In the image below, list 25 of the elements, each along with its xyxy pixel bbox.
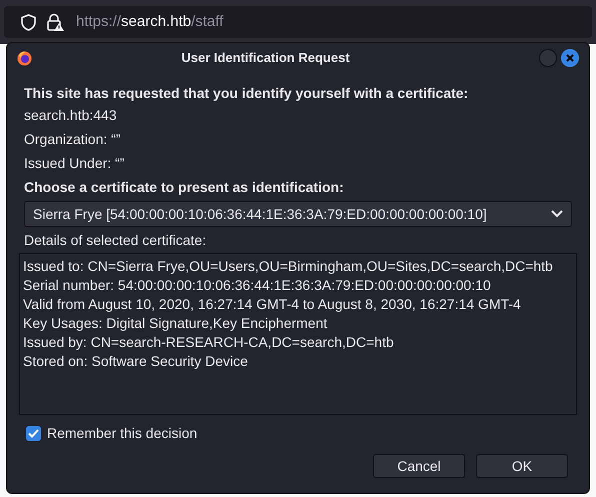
remember-label[interactable]: Remember this decision <box>47 423 198 444</box>
request-heading: This site has requested that you identify yourself with a certificate: <box>24 84 470 103</box>
close-icon[interactable] <box>561 49 579 67</box>
address-bar[interactable]: https://search.htb/staff <box>4 6 592 38</box>
info-text: Issued Under: “” <box>24 154 126 173</box>
choose-label: Choose a certificate to present as identification: <box>24 178 345 197</box>
detail-line: Valid from August 10, 2020, 16:27:14 GMT-4 to August 8, 2030, 16:27:14 GMT-4 <box>23 295 522 314</box>
cancel-button[interactable]: Cancel <box>373 454 465 478</box>
info-text: search.htb:443 <box>24 106 118 125</box>
detail-line: Serial number: 54:00:00:00:10:06:36:44:1E:36:3A:79:ED:00:00:00:00:00:10 <box>23 276 492 295</box>
window-title: User Identification Request <box>180 49 351 68</box>
lock-warning-icon[interactable] <box>46 13 64 31</box>
browser-logo-icon <box>17 50 32 66</box>
shield-icon[interactable] <box>21 14 36 30</box>
detail-line: Issued to: CN=Sierra Frye,OU=Users,OU=Birmingham,OU=Sites,DC=search,DC=htb <box>23 257 554 276</box>
details-label: Details of selected certificate: <box>24 231 208 250</box>
chevron-down-icon <box>551 210 563 218</box>
detail-line: Stored on: Software Security Device <box>23 352 249 371</box>
info-text: Organization: “” <box>24 130 122 149</box>
remember-checkbox[interactable] <box>26 426 41 441</box>
certificate-select[interactable]: Sierra Frye [54:00:00:00:10:06:36:44:1E:36:3A:79:ED:00:00:00:00:00:10] <box>24 201 572 227</box>
ok-button[interactable]: OK <box>476 454 568 478</box>
detail-line: Issued by: CN=search-RESEARCH-CA,DC=search,DC=htb <box>23 333 395 352</box>
detail-line: Key Usages: Digital Signature,Key Encipherment <box>23 314 328 333</box>
url-text[interactable]: https://search.htb/staff <box>76 10 224 34</box>
